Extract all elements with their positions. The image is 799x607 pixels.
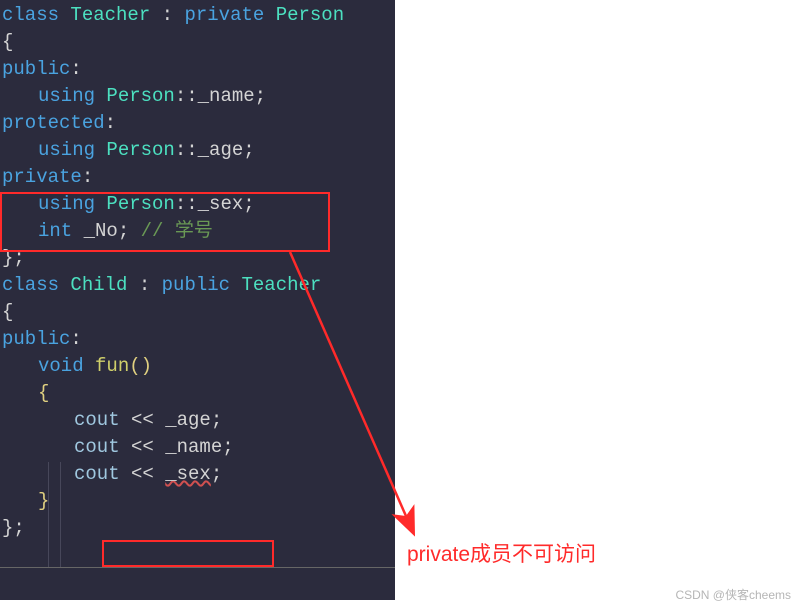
class-name: Teacher: [70, 4, 150, 26]
keyword-class: class: [2, 4, 59, 26]
code-line: {: [0, 29, 395, 56]
code-line: public:: [0, 326, 395, 353]
keyword-private: private: [2, 166, 82, 188]
code-line: using Person::_age;: [0, 137, 395, 164]
code-line: protected:: [0, 110, 395, 137]
error-underline: _sex: [165, 463, 211, 485]
keyword-public: public: [2, 58, 70, 80]
code-line: {: [0, 380, 395, 407]
keyword-protected: protected: [2, 112, 105, 134]
keyword-private: private: [184, 4, 264, 26]
code-line: void fun(): [0, 353, 395, 380]
code-line: class Child : public Teacher: [0, 272, 395, 299]
code-line: class Teacher : private Person: [0, 2, 395, 29]
code-line: {: [0, 299, 395, 326]
function-name: fun: [95, 355, 129, 377]
code-line: private:: [0, 164, 395, 191]
code-line: using Person::_name;: [0, 83, 395, 110]
indent-guide: [48, 462, 49, 567]
code-editor: class Teacher : private Person { public:…: [0, 0, 395, 600]
highlight-box: [0, 192, 330, 252]
highlight-box: [102, 540, 274, 567]
indent-guide: [60, 462, 61, 567]
current-line-indicator: [0, 567, 395, 568]
watermark: CSDN @侠客cheems: [675, 586, 791, 603]
code-line: public:: [0, 56, 395, 83]
class-name: Person: [276, 4, 344, 26]
code-line: cout << _name;: [0, 434, 395, 461]
code-line: cout << _age;: [0, 407, 395, 434]
annotation-text: private成员不可访问: [407, 538, 596, 568]
